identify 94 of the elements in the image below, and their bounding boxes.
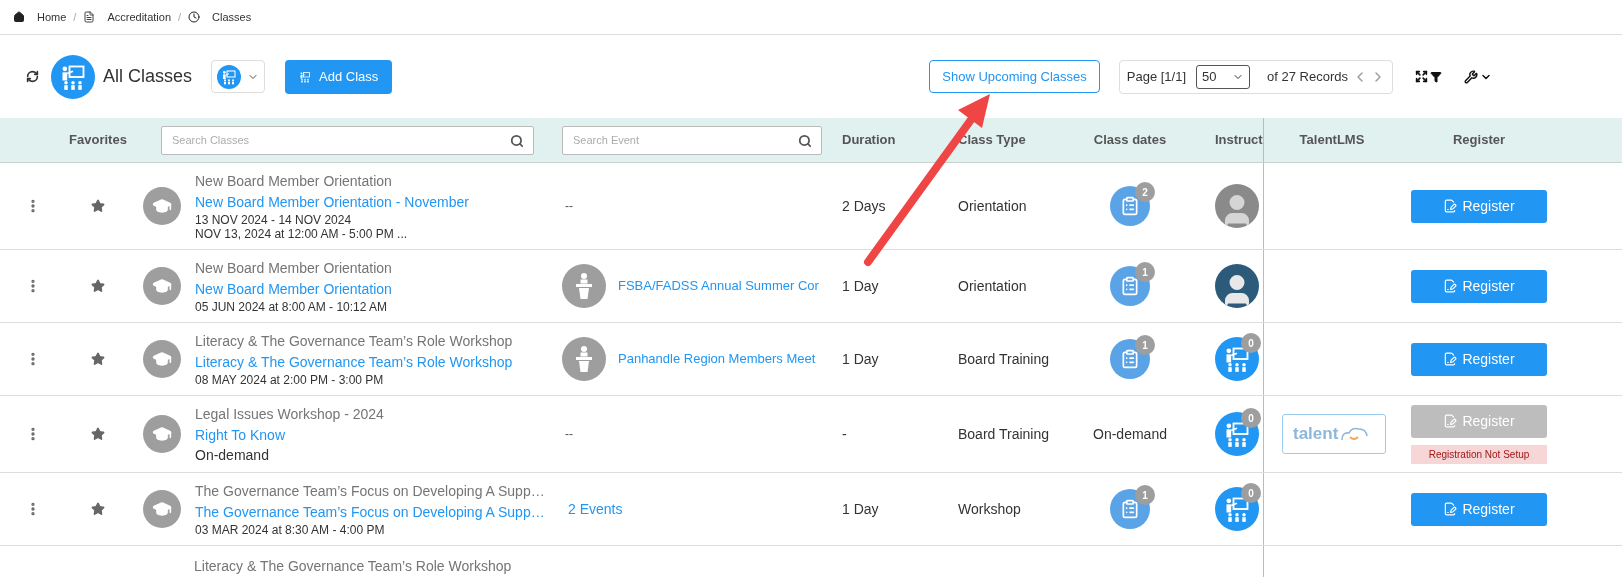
speaker-podium-icon: [562, 337, 606, 381]
favorite-star-icon[interactable]: [91, 427, 105, 441]
speaker-podium-icon: [562, 264, 606, 308]
class-dates-icon[interactable]: [1110, 186, 1150, 226]
count-badge: 1: [1135, 485, 1155, 505]
favorite-star-icon[interactable]: [91, 199, 105, 213]
class-type-text: Board Training: [958, 349, 1050, 369]
filter-icon[interactable]: [1430, 70, 1442, 83]
register-button[interactable]: Register: [1411, 269, 1547, 303]
edit-icon: [1443, 279, 1458, 293]
page-indicator: Page [1/1]: [1126, 67, 1187, 86]
empty-value: --: [565, 426, 573, 443]
class-schedule: 03 MAR 2024 at 8:30 AM - 4:00 PM: [195, 523, 386, 537]
class-schedule: NOV 13, 2024 at 12:00 AM - 5:00 PM ...: [195, 227, 409, 241]
count-badge: 0: [1241, 408, 1261, 428]
column-header: Duration: [841, 131, 897, 150]
search-field[interactable]: Search Event: [562, 125, 822, 155]
view-dropdown[interactable]: [211, 60, 266, 93]
column-header: Favorites: [68, 131, 128, 150]
talentlms-logo: talent: [1282, 414, 1386, 454]
favorite-star-icon[interactable]: [91, 352, 105, 366]
column-header: Class dates: [1092, 131, 1168, 150]
breadcrumb-separator: /: [73, 9, 77, 25]
breadcrumb-link[interactable]: Home: [37, 8, 67, 26]
search-icon: [798, 133, 812, 148]
page-title: All Classes: [103, 65, 193, 88]
search-icon: [510, 133, 524, 148]
class-title-link[interactable]: New Board Member Orientation: [195, 278, 392, 300]
refresh-icon[interactable]: [26, 70, 39, 83]
register-button[interactable]: Register: [1411, 492, 1547, 526]
count-badge: 0: [1241, 483, 1261, 503]
column-header: Instruct: [1215, 131, 1263, 150]
count-badge: 1: [1135, 335, 1155, 355]
document-icon: [83, 11, 96, 23]
duration-text: -: [842, 424, 847, 444]
class-type-text: Orientation: [958, 196, 1027, 216]
empty-value: --: [565, 198, 573, 215]
breadcrumb-link[interactable]: Classes: [212, 8, 252, 26]
duration-text: 2 Days: [842, 196, 886, 216]
cloud-icon: [1340, 426, 1371, 442]
page-size-select[interactable]: 50: [1196, 64, 1251, 89]
warning-note: Registration Not Setup: [1411, 444, 1547, 464]
wrench-icon[interactable]: [1464, 69, 1478, 84]
column-header: Register: [1452, 131, 1506, 150]
duration-text: 1 Day: [842, 499, 879, 519]
class-schedule: 08 MAY 2024 at 2:00 PM - 3:00 PM: [195, 373, 385, 387]
home-icon: [13, 11, 25, 23]
favorite-star-icon[interactable]: [91, 279, 105, 293]
class-category: Legal Issues Workshop - 2024: [195, 405, 384, 424]
duration-text: 1 Day: [842, 276, 879, 296]
add-class-button[interactable]: Add Class: [285, 59, 393, 94]
expand-icon[interactable]: [1415, 70, 1428, 83]
records-count: of 27 Records: [1267, 67, 1348, 86]
count-badge: 1: [1135, 262, 1155, 282]
presenter-icon: [299, 70, 312, 83]
count-badge: 0: [1241, 333, 1261, 353]
class-category: The Governance Team’s Focus on Developing A Supp…: [195, 482, 544, 501]
class-category: Literacy & The Governance Team’s Role Workshop: [194, 558, 512, 574]
event-link[interactable]: Panhandle Region Members Meet: [618, 349, 816, 369]
edit-icon: [1443, 199, 1458, 213]
class-type-text: Orientation: [958, 276, 1027, 296]
clock-icon: [188, 11, 201, 23]
breadcrumb-separator: /: [178, 9, 182, 25]
class-title-link[interactable]: Literacy & The Governance Team’s Role Workshop: [195, 351, 513, 373]
class-title-link[interactable]: The Governance Team’s Focus on Developing A Supp…: [195, 501, 544, 523]
class-type-text: Board Training: [958, 424, 1050, 444]
favorite-star-icon[interactable]: [91, 502, 105, 516]
class-dates-text: On-demand: [1093, 424, 1167, 444]
clipboard-icon: [1120, 499, 1140, 519]
register-button[interactable]: Register: [1411, 189, 1547, 223]
show-upcoming-button[interactable]: Show Upcoming Classes: [929, 60, 1100, 93]
event-link[interactable]: FSBA/FADSS Annual Summer Cor: [618, 276, 819, 296]
clipboard-icon: [1120, 276, 1140, 296]
breadcrumb-link[interactable]: Accreditation: [107, 8, 171, 26]
class-title-link[interactable]: New Board Member Orientation - November: [195, 191, 469, 213]
class-schedule: 13 NOV 2024 - 14 NOV 2024: [195, 213, 353, 227]
column-header: TalentLMS: [1298, 131, 1366, 150]
class-type-text: Workshop: [958, 499, 1021, 519]
edit-icon: [1443, 502, 1458, 516]
class-schedule: 05 JUN 2024 at 8:00 AM - 10:12 AM: [195, 300, 389, 314]
class-title-link[interactable]: Right To Know: [195, 424, 384, 446]
duration-text: 1 Day: [842, 349, 879, 369]
class-schedule: On-demand: [195, 446, 270, 464]
edit-icon: [1443, 352, 1458, 366]
count-badge: 2: [1135, 182, 1155, 202]
edit-icon: [1443, 414, 1458, 428]
class-category: New Board Member Orientation: [195, 259, 392, 278]
class-category: Literacy & The Governance Team’s Role Workshop: [195, 332, 513, 351]
clipboard-icon: [1120, 196, 1140, 216]
register-button[interactable]: Register: [1411, 342, 1547, 376]
class-category: New Board Member Orientation: [195, 172, 393, 191]
events-link[interactable]: 2 Events: [568, 498, 623, 520]
search-field[interactable]: Search Classes: [161, 125, 534, 155]
clipboard-icon: [1120, 349, 1140, 369]
